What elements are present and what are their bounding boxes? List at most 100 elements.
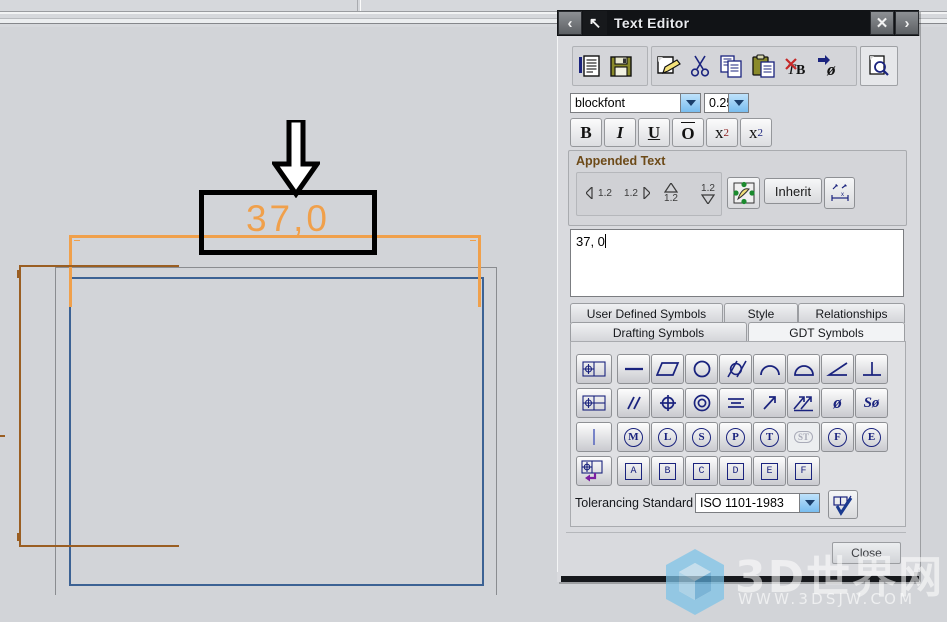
flatness-icon[interactable] — [651, 354, 684, 384]
mmc-icon[interactable]: M — [617, 422, 650, 452]
mmc-label: M — [624, 427, 643, 447]
text-input-area[interactable]: 37, 0 — [570, 229, 904, 297]
datum-b-icon[interactable]: B — [651, 456, 684, 486]
feature-control-frame-composite-icon[interactable] — [576, 388, 612, 418]
tab-relationships[interactable]: Relationships — [798, 303, 905, 323]
datum-c-icon[interactable]: C — [685, 456, 718, 486]
text-editor-titlebar[interactable]: ‹ ↖ Text Editor ✕ › — [557, 10, 919, 36]
italic-button[interactable]: I — [604, 118, 636, 147]
datum-e-icon[interactable]: E — [753, 456, 786, 486]
superscript-button[interactable]: x2 — [706, 118, 738, 147]
symmetry-icon[interactable] — [719, 388, 752, 418]
append-below-button[interactable]: 1.2 — [694, 178, 722, 208]
svg-text:B: B — [796, 63, 805, 78]
rfs-icon[interactable]: S — [685, 422, 718, 452]
append-before-button[interactable]: 1.2 — [583, 184, 615, 202]
subscript-button[interactable]: x2 — [740, 118, 772, 147]
datum-a-icon[interactable]: A — [617, 456, 650, 486]
datum-d-label: D — [727, 462, 744, 480]
font-family-chevron-down-icon[interactable] — [680, 94, 700, 112]
inherit-button[interactable]: Inherit — [764, 178, 822, 204]
statistical-tolerance-icon[interactable]: ST — [787, 422, 820, 452]
toolbar-separator-highlight — [360, 0, 361, 11]
datum-d-icon[interactable]: D — [719, 456, 752, 486]
perpendicularity-icon[interactable] — [855, 354, 888, 384]
part-outline-rect[interactable] — [69, 277, 484, 586]
forward-button[interactable]: › — [895, 11, 919, 35]
dimension-text-box[interactable]: 37,0 — [199, 190, 377, 255]
font-size-combo[interactable]: 0.25 — [704, 93, 749, 113]
diameter-icon[interactable]: ø — [821, 388, 854, 418]
underline-button[interactable]: U — [638, 118, 670, 147]
tangent-plane-icon[interactable]: T — [753, 422, 786, 452]
feature-control-frame-icon[interactable] — [576, 354, 612, 384]
feature-control-frame-append-icon[interactable] — [576, 456, 612, 486]
pointer-arrow-icon — [270, 117, 322, 199]
paste-icon[interactable] — [748, 50, 780, 82]
tab-style[interactable]: Style — [724, 303, 798, 323]
edit-text-icon[interactable] — [652, 50, 684, 82]
tab-user-defined-symbols-label: User Defined Symbols — [586, 306, 707, 321]
datum-f-icon[interactable]: F — [787, 456, 820, 486]
profile-of-surface-icon[interactable] — [787, 354, 820, 384]
cylindricity-icon[interactable] — [719, 354, 752, 384]
position-icon[interactable] — [651, 388, 684, 418]
append-above-button[interactable]: 1.2 — [657, 178, 685, 208]
insert-diameter-icon[interactable]: ø — [812, 50, 844, 82]
inherit-label: Inherit — [774, 183, 812, 199]
tab-user-defined-symbols[interactable]: User Defined Symbols — [570, 303, 723, 323]
cut-icon[interactable] — [684, 50, 716, 82]
apply-tolerance-button[interactable] — [828, 490, 858, 519]
angularity-icon[interactable] — [821, 354, 854, 384]
statistical-tolerance-label: ST — [793, 431, 813, 443]
vertical-dimension-arrow-bottom — [17, 533, 21, 541]
datum-a-label: A — [625, 462, 642, 480]
projected-tolerance-icon[interactable]: P — [719, 422, 752, 452]
vertical-dimension-line[interactable] — [19, 265, 21, 547]
font-family-combo[interactable]: blockfont — [570, 93, 701, 113]
circular-runout-icon[interactable] — [753, 388, 786, 418]
preview-button[interactable] — [860, 46, 898, 86]
tab-drafting-symbols[interactable]: Drafting Symbols — [570, 322, 747, 342]
datum-feature-icon[interactable] — [576, 422, 612, 452]
tab-gdt-symbols-label: GDT Symbols — [789, 325, 864, 340]
subscript-base: x — [749, 122, 758, 142]
envelope-icon[interactable]: E — [855, 422, 888, 452]
profile-of-line-icon[interactable] — [753, 354, 786, 384]
dimension-settings-button[interactable]: x — [824, 177, 855, 209]
clear-formatting-icon[interactable]: T B — [780, 50, 812, 82]
circularity-icon[interactable] — [685, 354, 718, 384]
vertical-dimension-bottom-lead — [19, 545, 179, 547]
copy-icon[interactable] — [716, 50, 748, 82]
tab-gdt-symbols[interactable]: GDT Symbols — [748, 322, 905, 343]
symbol-picker-button[interactable] — [727, 177, 760, 209]
overline-button[interactable]: O — [672, 118, 704, 147]
italic-label: I — [616, 122, 624, 142]
back-button[interactable]: ‹ — [558, 11, 582, 35]
svg-text:x: x — [841, 192, 844, 198]
window-title: Text Editor — [614, 15, 690, 31]
vertical-dimension-arrow-top — [17, 270, 21, 278]
appended-text-title: Appended Text — [576, 154, 666, 168]
append-after-button[interactable]: 1.2 — [621, 184, 653, 202]
lmc-icon[interactable]: L — [651, 422, 684, 452]
spherical-diameter-icon[interactable]: Sø — [855, 388, 888, 418]
import-text-icon[interactable] — [573, 50, 605, 82]
total-runout-icon[interactable] — [787, 388, 820, 418]
superscript-exp: 2 — [723, 126, 730, 139]
free-state-icon[interactable]: F — [821, 422, 854, 452]
bold-button[interactable]: B — [570, 118, 602, 147]
tolerancing-standard-combo[interactable]: ISO 1101-1983 — [695, 493, 820, 513]
concentricity-icon[interactable] — [685, 388, 718, 418]
pin-icon[interactable]: ↖ — [583, 11, 607, 35]
append-after-label: 1.2 — [624, 187, 638, 199]
save-text-icon[interactable] — [605, 50, 637, 82]
font-size-chevron-down-icon[interactable] — [728, 94, 748, 112]
extension-line-left — [69, 235, 72, 307]
straightness-icon[interactable] — [617, 354, 650, 384]
tolerancing-chevron-down-icon[interactable] — [799, 494, 819, 512]
parallelism-icon[interactable] — [617, 388, 650, 418]
close-window-button[interactable]: ✕ — [870, 11, 894, 35]
close-button-label: Close — [851, 546, 882, 560]
close-button[interactable]: Close — [832, 542, 901, 564]
